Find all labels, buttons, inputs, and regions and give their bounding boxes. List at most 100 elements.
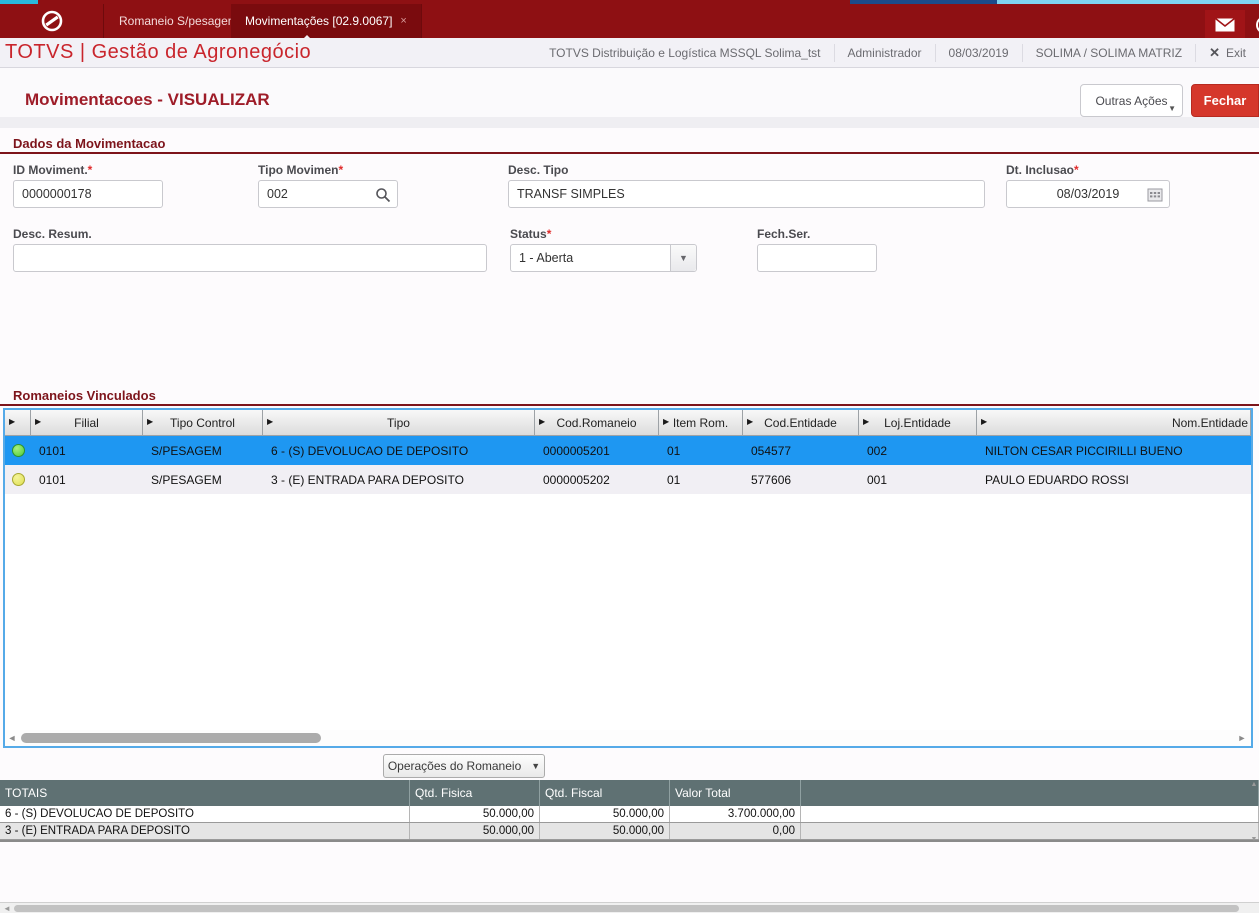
sort-arrow-icon: ▶ (539, 417, 546, 426)
exit-x-icon: ✕ (1209, 45, 1220, 60)
cell-loj-entidade: 001 (867, 472, 888, 487)
grid-header-nom-entidade[interactable]: ▶ Nom.Entidade (977, 410, 1251, 436)
other-actions-label: Outras Ações (1095, 93, 1168, 108)
totals-cell-empty (801, 806, 1259, 822)
tab-bar: Romaneio S/pesagem [02.9.0067] × Movimen… (0, 4, 1259, 42)
totals-cell-label: 6 - (S) DEVOLUCAO DE DEPOSITO (0, 806, 410, 822)
id-moviment-field[interactable]: 0000000178 (13, 180, 163, 208)
desc-tipo-field[interactable]: TRANSF SIMPLES (508, 180, 985, 208)
status-dot-green-icon (11, 444, 25, 457)
table-row[interactable]: 0101 S/PESAGEM 3 - (E) ENTRADA PARA DEPO… (5, 465, 1251, 494)
header-info-bar: TOTVS Distribuição e Logística MSSQL Sol… (536, 38, 1259, 68)
tipo-movimen-field[interactable]: 002 (258, 180, 398, 208)
totals-bottom-border (0, 840, 1259, 842)
sort-arrow-icon: ▶ (863, 417, 870, 426)
status-dot-yellow-icon (11, 473, 25, 486)
desc-resum-label: Desc. Resum. (13, 227, 92, 241)
close-button[interactable]: Fechar (1191, 84, 1259, 117)
totals-cell-qtd-fisica: 50.000,00 (410, 806, 540, 822)
cell-filial: 0101 (39, 443, 66, 458)
cell-filial: 0101 (39, 472, 66, 487)
grid-header-cod-romaneio[interactable]: ▶ Cod.Romaneio (535, 410, 659, 436)
other-actions-button[interactable]: Outras Ações ▼ (1080, 84, 1183, 117)
cell-loj-entidade: 002 (867, 443, 888, 458)
scrollbar-thumb[interactable] (21, 733, 321, 743)
cell-item-rom: 01 (667, 443, 681, 458)
tab-movimentacoes[interactable]: Movimentações [02.9.0067] × (231, 4, 422, 38)
fech-ser-field[interactable] (757, 244, 877, 272)
chevron-down-icon: ▼ (679, 253, 688, 263)
romaneios-grid: ▶ ▶ Filial ▶ Tipo Control ▶ Tipo ▶ Cod.Roman… (3, 408, 1253, 748)
help-button[interactable]: ? (1250, 10, 1259, 40)
fech-ser-label: Fech.Ser. (757, 227, 811, 241)
grid-header-item-rom[interactable]: ▶ Item Rom. (659, 410, 743, 436)
totals-header-totais: TOTAIS (0, 780, 410, 806)
scroll-up-icon[interactable]: ▲ (1251, 781, 1258, 788)
close-button-label: Fechar (1203, 93, 1247, 108)
sort-arrow-icon: ▶ (981, 417, 988, 426)
tab-label: Movimentações [02.9.0067] (245, 14, 393, 28)
totals-header-qtd-fisica: Qtd. Fisica (410, 780, 540, 806)
exit-label: Exit (1225, 46, 1246, 60)
table-row[interactable]: 0101 S/PESAGEM 6 - (S) DEVOLUCAO DE DEPO… (5, 436, 1251, 465)
mail-button[interactable] (1205, 10, 1245, 40)
grid-header-cell[interactable]: ▶ (5, 410, 31, 436)
cell-cod-entidade: 577606 (751, 472, 792, 487)
totals-header-empty (801, 780, 1259, 806)
operations-romaneio-label: Operações do Romaneio (387, 759, 522, 773)
grid-header-tipo-control[interactable]: ▶ Tipo Control (143, 410, 263, 436)
scroll-left-icon[interactable]: ◄ (5, 733, 19, 743)
totals-vertical-scrollbar[interactable]: ▲ ▼ (1249, 781, 1259, 843)
sort-arrow-icon: ▶ (35, 417, 42, 426)
totals-header-qtd-fiscal: Qtd. Fiscal (540, 780, 670, 806)
scroll-down-icon[interactable]: ▼ (1251, 836, 1258, 843)
totals-cell-qtd-fisica: 50.000,00 (410, 823, 540, 839)
grid-header-tipo[interactable]: ▶ Tipo (263, 410, 535, 436)
totals-header-row: TOTAIS Qtd. Fisica Qtd. Fiscal Valor Tot… (0, 780, 1259, 806)
totals-cell-label: 3 - (E) ENTRADA PARA DEPOSITO (0, 823, 410, 839)
sort-arrow-icon: ▶ (267, 417, 274, 426)
dt-inclusao-label: Dt. Inclusao* (1006, 163, 1079, 177)
totals-cell-qtd-fiscal: 50.000,00 (540, 823, 670, 839)
grid-header-loj-entidade[interactable]: ▶ Loj.Entidade (859, 410, 977, 436)
section-title-dados: Dados da Movimentacao (13, 136, 166, 151)
totals-table: TOTAIS Qtd. Fisica Qtd. Fiscal Valor Tot… (0, 780, 1259, 842)
page-horizontal-scrollbar[interactable]: ◄ (0, 902, 1259, 913)
sort-arrow-icon: ▶ (147, 417, 154, 426)
status-dropdown-button[interactable]: ▼ (670, 245, 696, 271)
scrollbar-thumb[interactable] (14, 904, 1239, 912)
status-label: Status* (510, 227, 552, 241)
sort-arrow-icon: ▶ (747, 417, 754, 426)
chevron-down-icon: ▼ (1168, 104, 1176, 113)
grid-header-filial[interactable]: ▶ Filial (31, 410, 143, 436)
row-status-cell (5, 436, 31, 465)
grid-header-cod-entidade[interactable]: ▶ Cod.Entidade (743, 410, 859, 436)
app-logo[interactable] (0, 4, 104, 38)
cell-tipo-control: S/PESAGEM (151, 472, 222, 487)
status-select[interactable]: 1 - Aberta ▼ (510, 244, 697, 272)
calendar-icon[interactable] (1147, 187, 1163, 203)
section-underline (0, 152, 1259, 154)
id-moviment-label: ID Moviment.* (13, 163, 93, 177)
desc-resum-field[interactable] (13, 244, 487, 272)
totals-cell-qtd-fiscal: 50.000,00 (540, 806, 670, 822)
sort-arrow-icon: ▶ (9, 417, 16, 426)
totvs-logo-icon (41, 10, 62, 32)
dt-inclusao-field[interactable]: 08/03/2019 (1006, 180, 1170, 208)
mail-icon (1215, 18, 1235, 32)
scroll-right-icon[interactable]: ► (1235, 733, 1249, 743)
scroll-left-icon[interactable]: ◄ (0, 904, 14, 913)
grid-header-row: ▶ ▶ Filial ▶ Tipo Control ▶ Tipo ▶ Cod.Roman… (5, 410, 1251, 436)
search-icon[interactable] (375, 187, 391, 203)
environment-label: TOTVS Distribuição e Logística MSSQL Sol… (549, 46, 821, 60)
cell-tipo: 3 - (E) ENTRADA PARA DEPOSITO (271, 472, 464, 487)
cell-tipo-control: S/PESAGEM (151, 443, 222, 458)
exit-button[interactable]: ✕ Exit (1195, 44, 1259, 62)
tipo-movimen-label: Tipo Movimen* (258, 163, 344, 177)
tab-close-icon[interactable]: × (400, 15, 406, 27)
operations-romaneio-button[interactable]: Operações do Romaneio ▼ (383, 754, 545, 778)
date-label: 08/03/2019 (934, 44, 1022, 62)
desc-tipo-label: Desc. Tipo (508, 163, 569, 177)
grid-horizontal-scrollbar[interactable]: ◄ ► (5, 730, 1251, 746)
cell-nom-entidade: PAULO EDUARDO ROSSI (985, 472, 1129, 487)
